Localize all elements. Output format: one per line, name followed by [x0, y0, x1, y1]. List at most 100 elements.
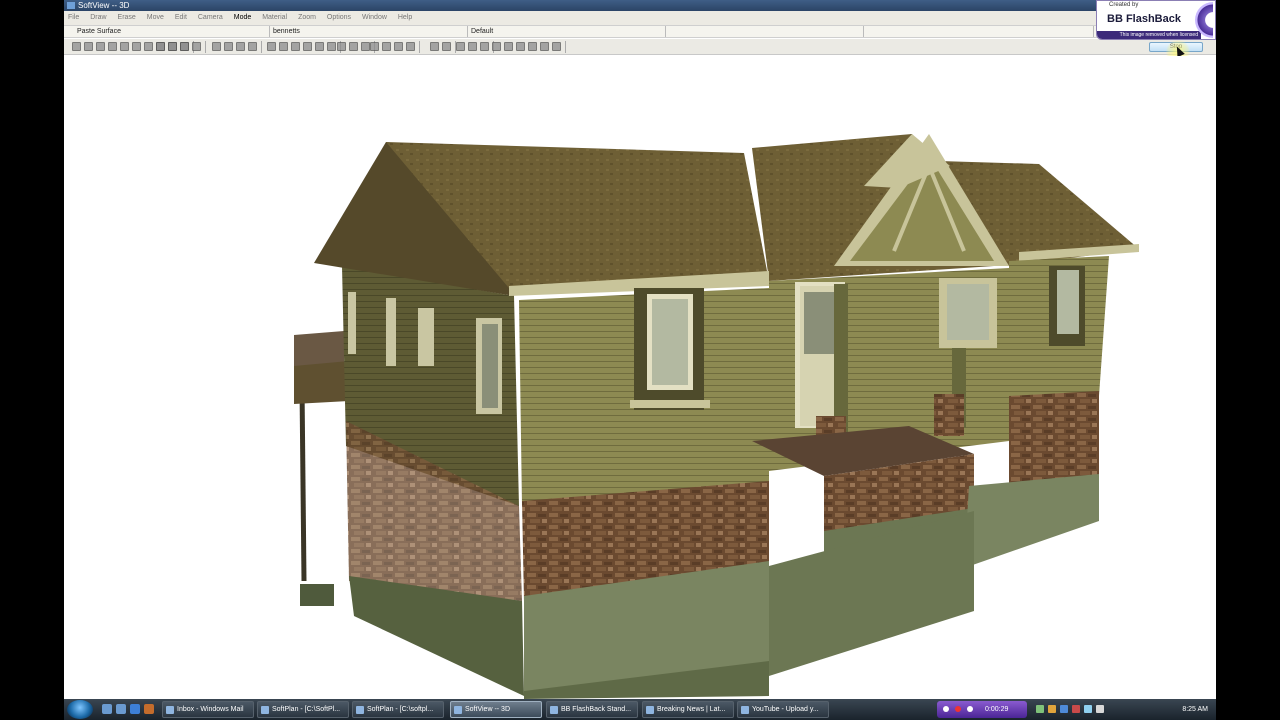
- right-window-glass: [1057, 270, 1079, 334]
- toolbar-tool-icon[interactable]: [430, 42, 439, 51]
- system-clock[interactable]: 8:25 AM: [1182, 701, 1208, 718]
- front-window-glass: [652, 299, 688, 385]
- toolbar-tool-icon[interactable]: [394, 42, 403, 51]
- toolbar-tool-icon[interactable]: [456, 42, 465, 51]
- toolbar-tool-icon[interactable]: [84, 42, 93, 51]
- tray-power-icon[interactable]: [1096, 705, 1104, 713]
- tray-antivirus-icon[interactable]: [1072, 705, 1080, 713]
- quicklaunch-switcher-icon[interactable]: [116, 704, 126, 714]
- toolbar-tool-icon[interactable]: [492, 42, 501, 51]
- app-icon: [67, 2, 75, 9]
- flashback-brand: BB FlashBack: [1107, 13, 1181, 25]
- right-foundation: [964, 474, 1099, 568]
- menu-zoom[interactable]: Zoom: [294, 11, 321, 25]
- porch-column-left: [834, 284, 848, 439]
- toolbar-tool-icon[interactable]: [528, 42, 537, 51]
- toolbar-tool-icon[interactable]: [504, 42, 513, 51]
- empty-field-2: [864, 26, 1094, 37]
- tray-network-icon[interactable]: [1036, 705, 1044, 713]
- toolbar-tool-icon[interactable]: [224, 42, 233, 51]
- task-bb-flashback[interactable]: BB FlashBack Stand...: [546, 701, 638, 718]
- pause-icon[interactable]: [943, 706, 949, 712]
- toolbar-tool-icon[interactable]: [361, 42, 370, 51]
- toolbar-tool-icon[interactable]: [156, 42, 165, 51]
- flashback-created-by: Created by: [1109, 2, 1139, 8]
- task-softplan-2[interactable]: SoftPlan - [C:\softpl...: [352, 701, 444, 718]
- toolbar-tool-icon[interactable]: [303, 42, 312, 51]
- toolbar-tool-icon[interactable]: [552, 42, 561, 51]
- toolbar-tool-icon[interactable]: [370, 42, 379, 51]
- toolbar-tool-icon[interactable]: [180, 42, 189, 51]
- system-tray: 8:25 AM: [1032, 701, 1216, 718]
- toolbar-tool-icon[interactable]: [168, 42, 177, 51]
- quicklaunch-app-icon[interactable]: [144, 704, 154, 714]
- record-icon[interactable]: [955, 706, 961, 712]
- toolbar-tool-icon[interactable]: [267, 42, 276, 51]
- task-softview-3d[interactable]: SoftView -- 3D: [450, 701, 542, 718]
- toolbar-tool-icon[interactable]: [349, 42, 358, 51]
- command-field: Paste Surface: [74, 26, 270, 37]
- menu-camera[interactable]: Camera: [194, 11, 228, 25]
- toolbar-tool-icon[interactable]: [382, 42, 391, 51]
- tray-volume-icon[interactable]: [1084, 705, 1092, 713]
- start-button[interactable]: [67, 700, 93, 719]
- menu-file[interactable]: File: [64, 11, 84, 25]
- browser-icon: [741, 706, 749, 714]
- task-windows-mail[interactable]: Inbox - Windows Mail: [162, 701, 254, 718]
- toolbar-tool-icon[interactable]: [480, 42, 489, 51]
- letterbox-left: [0, 0, 64, 720]
- toolbar-separator: [261, 41, 262, 53]
- menu-edit[interactable]: Edit: [171, 11, 192, 25]
- quicklaunch-desktop-icon[interactable]: [102, 704, 112, 714]
- toolbar-tool-icon[interactable]: [248, 42, 257, 51]
- toolbar-tool-icon[interactable]: [442, 42, 451, 51]
- mail-icon: [166, 706, 174, 714]
- view-field: Default: [468, 26, 666, 37]
- task-label: Breaking News | Lat...: [657, 706, 726, 713]
- menu-window[interactable]: Window: [358, 11, 392, 25]
- toolbar-tool-icon[interactable]: [406, 42, 415, 51]
- menu-mode[interactable]: Mode: [230, 11, 257, 25]
- 3d-viewport[interactable]: [64, 56, 1216, 699]
- menu-material[interactable]: Material: [258, 11, 292, 25]
- tray-warning-icon[interactable]: [1048, 705, 1056, 713]
- toolbar-tool-icon[interactable]: [132, 42, 141, 51]
- menu-move[interactable]: Move: [143, 11, 169, 25]
- toolbar-tool-icon[interactable]: [279, 42, 288, 51]
- menu-options[interactable]: Options: [323, 11, 356, 25]
- toolbar-tool-icon[interactable]: [337, 42, 346, 51]
- toolbar-tool-icon[interactable]: [144, 42, 153, 51]
- task-label: Inbox - Windows Mail: [177, 706, 244, 713]
- quicklaunch-browser-icon[interactable]: [130, 704, 140, 714]
- menu-help[interactable]: Help: [394, 11, 417, 25]
- recorder-panel[interactable]: 0:00:29: [937, 701, 1027, 718]
- menu-draw[interactable]: Draw: [86, 11, 111, 25]
- task-label: YouTube - Upload y...: [752, 706, 819, 713]
- toolbar-tool-icon[interactable]: [212, 42, 221, 51]
- toolbar-tool-icon[interactable]: [120, 42, 129, 51]
- toolbar-tool-icon[interactable]: [516, 42, 525, 51]
- toolbar-tool-icon[interactable]: [192, 42, 201, 51]
- toolbar-tool-icon[interactable]: [108, 42, 117, 51]
- toolbar: [64, 39, 1216, 55]
- status-field-bar: Paste Surface bennetts Default: [64, 25, 1104, 38]
- toolbar-tool-icon[interactable]: [72, 42, 81, 51]
- stop-icon[interactable]: [967, 706, 973, 712]
- deck-post-1: [299, 385, 307, 582]
- task-softplan-1[interactable]: SoftPlan - [C:\SoftPl...: [257, 701, 349, 718]
- task-youtube-upload[interactable]: YouTube - Upload y...: [737, 701, 829, 718]
- task-breaking-news[interactable]: Breaking News | Lat...: [642, 701, 734, 718]
- softplan-icon: [261, 706, 269, 714]
- flashback-watermark: Created by BB FlashBack This image remov…: [1096, 0, 1216, 40]
- tray-bluetooth-icon[interactable]: [1060, 705, 1068, 713]
- recording-timer: 0:00:29: [985, 706, 1009, 713]
- menu-erase[interactable]: Erase: [114, 11, 141, 25]
- toolbar-tool-icon[interactable]: [327, 42, 336, 51]
- toolbar-tool-icon[interactable]: [315, 42, 324, 51]
- toolbar-tool-icon[interactable]: [291, 42, 300, 51]
- toolbar-tool-icon[interactable]: [236, 42, 245, 51]
- toolbar-tool-icon[interactable]: [468, 42, 477, 51]
- toolbar-tool-icon[interactable]: [540, 42, 549, 51]
- task-label: BB FlashBack Stand...: [561, 706, 632, 713]
- toolbar-tool-icon[interactable]: [96, 42, 105, 51]
